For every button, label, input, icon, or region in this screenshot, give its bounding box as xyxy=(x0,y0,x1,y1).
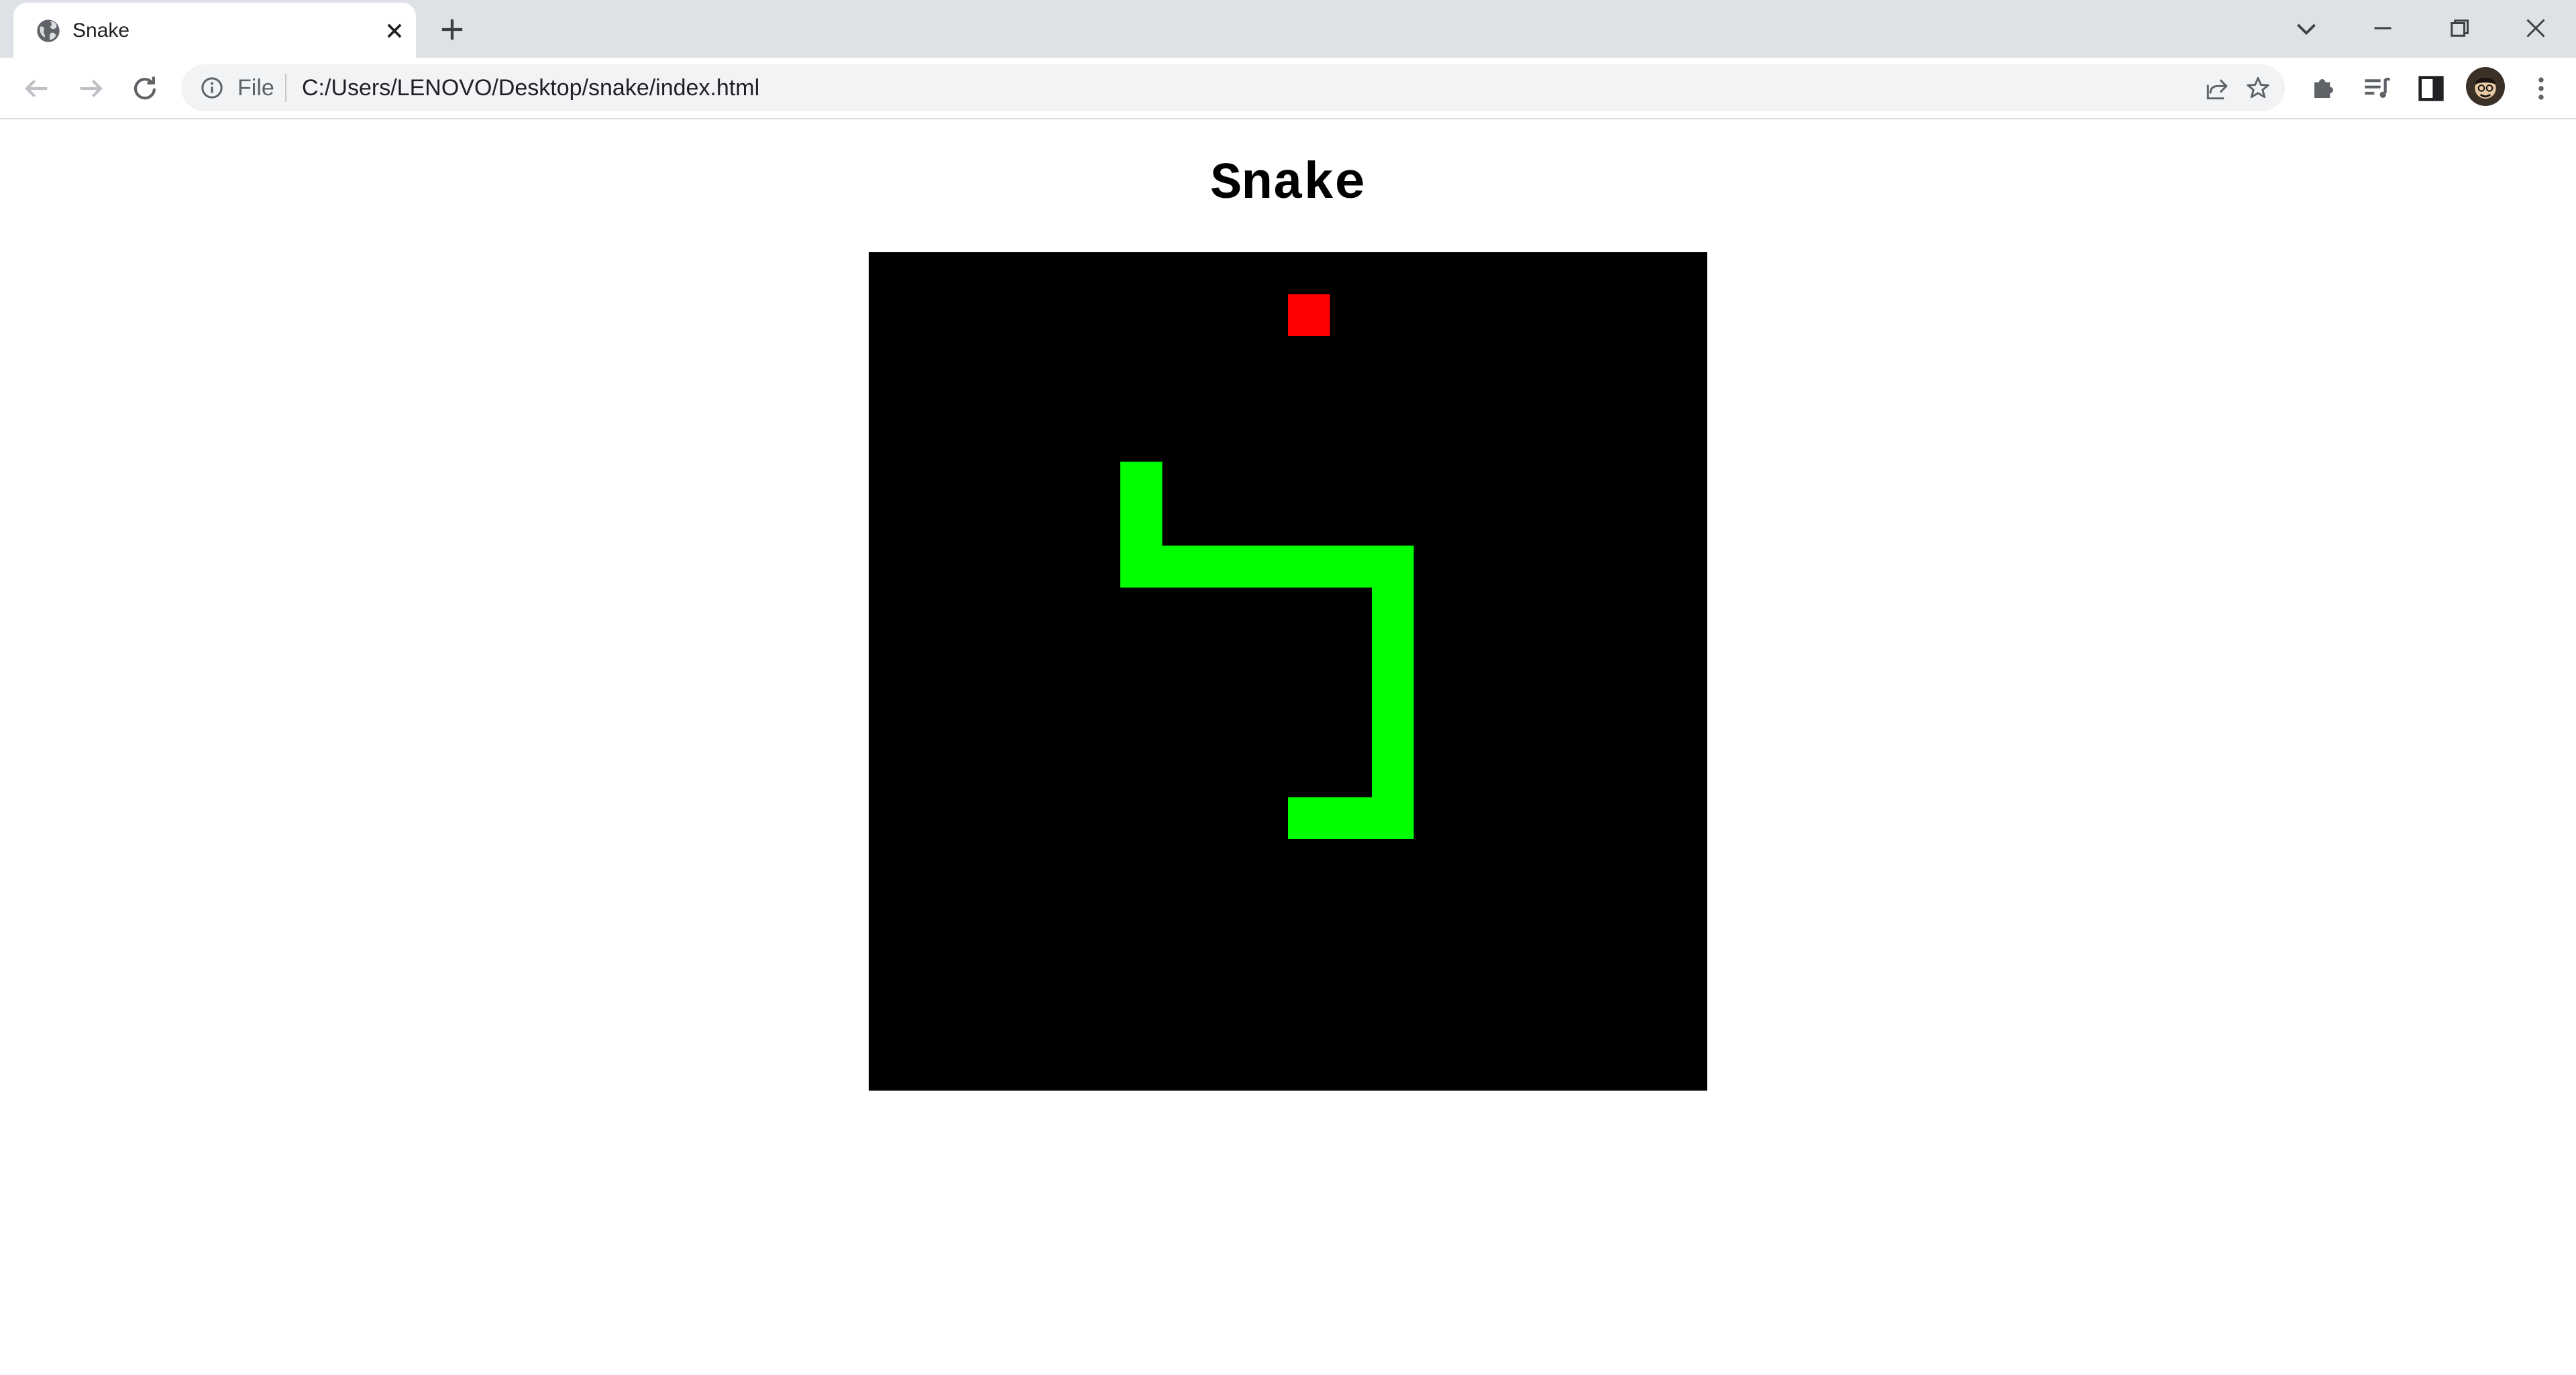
plus-icon[interactable] xyxy=(435,12,470,47)
page-title: Snake xyxy=(1210,156,1366,214)
snake-segment xyxy=(1330,545,1372,588)
omnibox-divider xyxy=(285,74,286,102)
close-icon[interactable] xyxy=(380,16,409,46)
info-icon[interactable] xyxy=(199,74,225,101)
back-arrow-icon[interactable] xyxy=(17,70,55,107)
game-board xyxy=(869,252,1707,1091)
reading-list-icon[interactable] xyxy=(2359,70,2396,107)
tab-title: Snake xyxy=(72,19,130,42)
globe-icon xyxy=(35,17,62,44)
snake-segment xyxy=(1288,545,1330,588)
browser-toolbar: File C:/Users/LENOVO/Desktop/snake/index… xyxy=(0,58,2576,119)
star-icon[interactable] xyxy=(2243,74,2273,103)
snake-segment xyxy=(1204,545,1246,588)
snake-segment xyxy=(1120,461,1163,504)
snake-segment xyxy=(1330,797,1372,839)
forward-arrow-icon[interactable] xyxy=(72,70,110,107)
more-vert-icon[interactable] xyxy=(2522,70,2560,107)
side-panel-icon[interactable] xyxy=(2412,70,2450,107)
restore-icon[interactable] xyxy=(2439,8,2479,48)
snake-segment xyxy=(1372,797,1414,839)
snake-segment xyxy=(1120,504,1163,546)
snake-segment xyxy=(1372,671,1414,714)
url-text[interactable]: C:/Users/LENOVO/Desktop/snake/index.html xyxy=(302,74,759,101)
reload-icon[interactable] xyxy=(126,70,164,107)
snake-segment xyxy=(1372,588,1414,630)
chevron-down-icon[interactable] xyxy=(2286,8,2326,48)
address-bar[interactable]: File C:/Users/LENOVO/Desktop/snake/index… xyxy=(181,64,2285,111)
minimize-icon[interactable] xyxy=(2363,8,2403,48)
snake-segment xyxy=(1288,797,1330,839)
snake-segment xyxy=(1120,545,1163,588)
profile-avatar[interactable] xyxy=(2466,67,2505,106)
snake-segment xyxy=(1372,629,1414,671)
close-window-icon[interactable] xyxy=(2516,8,2556,48)
food-pellet xyxy=(1288,294,1330,336)
browser-tab[interactable]: Snake xyxy=(13,3,416,58)
share-icon[interactable] xyxy=(2203,74,2233,103)
scheme-chip: File xyxy=(237,75,274,101)
snake-segment xyxy=(1162,545,1204,588)
snake-segment xyxy=(1372,755,1414,798)
snake-segment xyxy=(1372,545,1414,588)
snake-segment xyxy=(1246,545,1288,588)
snake-segment xyxy=(1372,713,1414,755)
board-background xyxy=(869,252,1707,1091)
extensions-icon[interactable] xyxy=(2305,70,2343,107)
tab-strip: Snake xyxy=(0,0,2576,58)
game-canvas[interactable] xyxy=(869,252,1707,1091)
